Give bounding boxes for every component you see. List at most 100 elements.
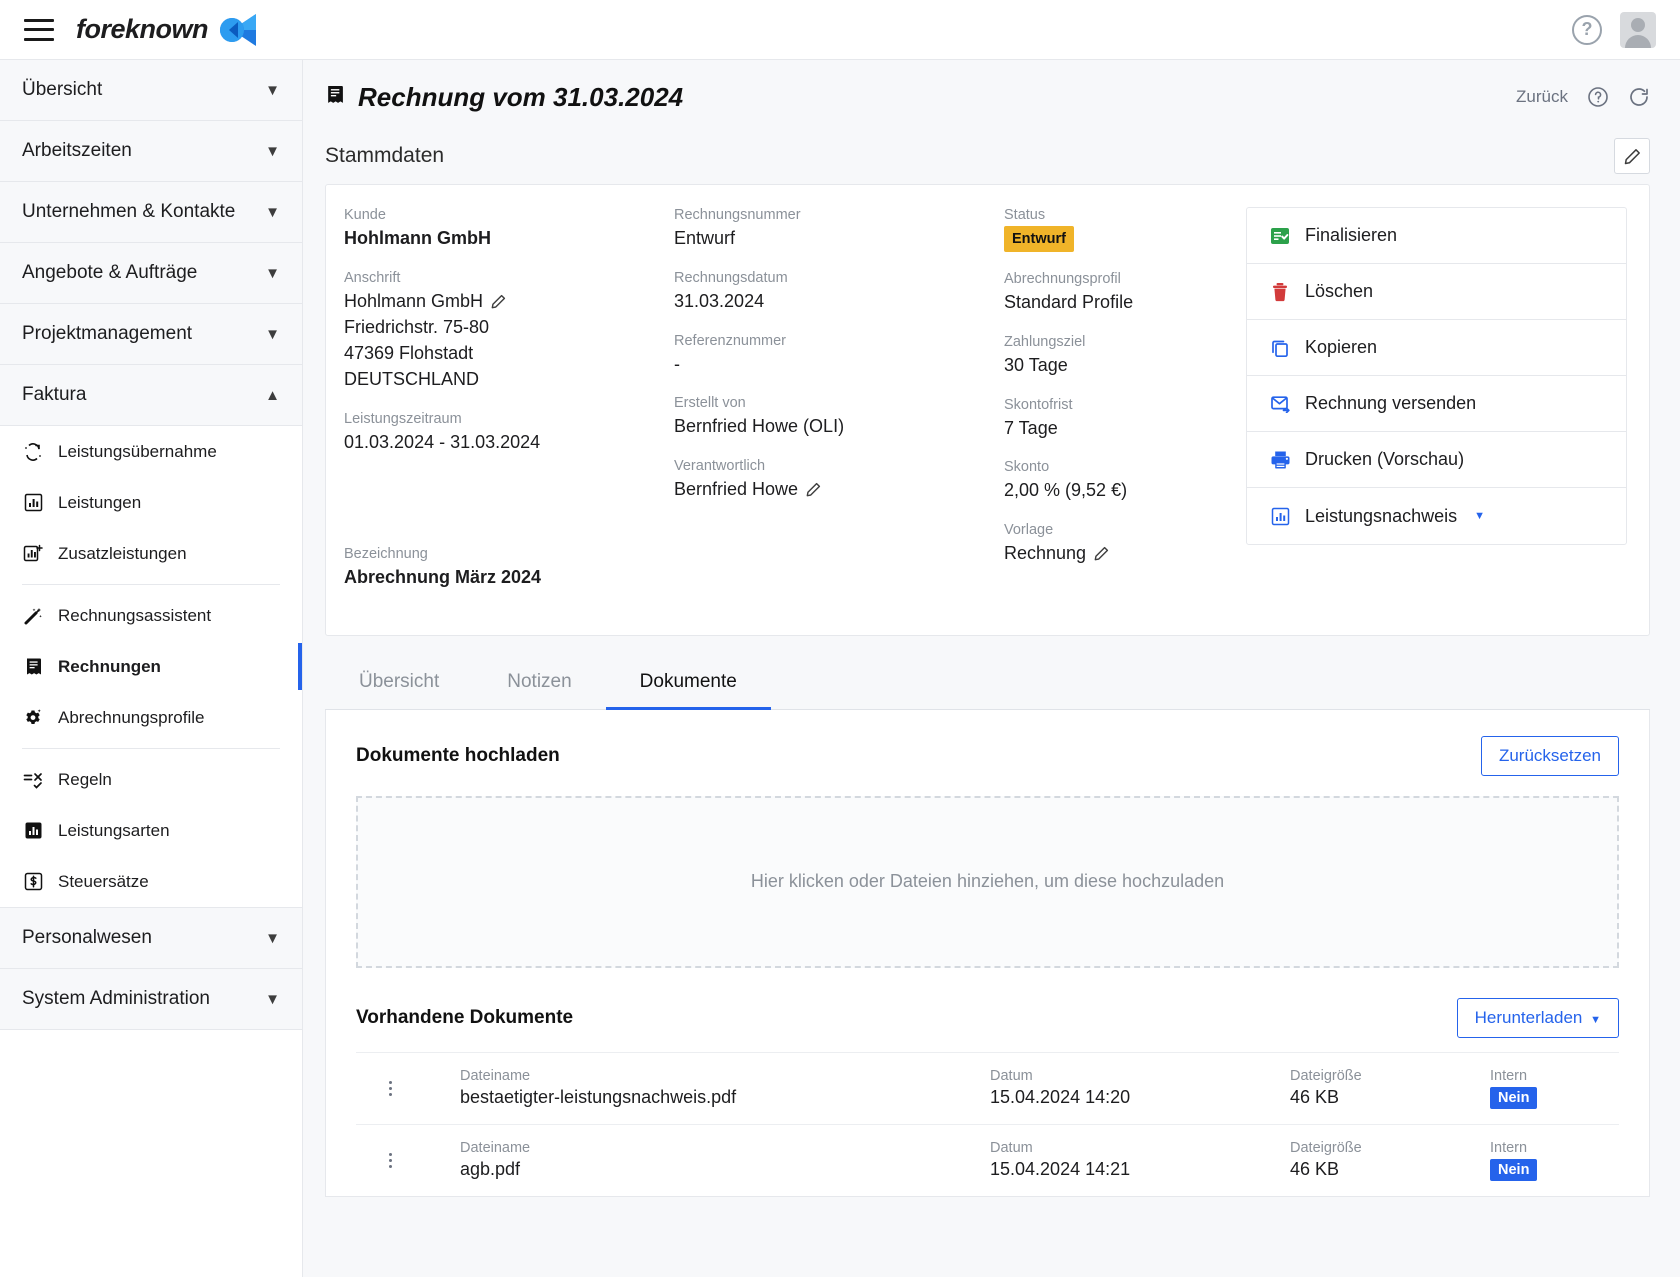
sidebar-group-arbeitszeiten[interactable]: Arbeitszeiten ▼ [0, 121, 302, 182]
cell-intern: Intern Nein [1490, 1140, 1610, 1181]
transfer-icon [22, 441, 44, 463]
sidebar-group-uebersicht[interactable]: Übersicht ▼ [0, 60, 302, 121]
page-header: Rechnung vom 31.03.2024 Zurück [303, 60, 1680, 116]
back-link[interactable]: Zurück [1516, 87, 1568, 107]
field-status: Status Entwurf [1004, 207, 1218, 252]
sidebar-item-rechnungen[interactable]: Rechnungen [0, 641, 302, 692]
field-zahlungsziel: Zahlungsziel 30 Tage [1004, 334, 1218, 378]
help-circle-icon[interactable]: ? [1572, 14, 1602, 45]
action-drucken-vorschau[interactable]: Drucken (Vorschau) [1247, 432, 1626, 488]
table-row[interactable]: Dateiname agb.pdf Datum 15.04.2024 14:21… [356, 1123, 1619, 1196]
edit-stammdaten-button[interactable] [1614, 138, 1650, 174]
sidebar-group-unternehmen-kontakte[interactable]: Unternehmen & Kontakte ▼ [0, 182, 302, 243]
sidebar-group-label: Personalwesen [22, 927, 152, 948]
trash-icon [1269, 281, 1291, 303]
action-finalisieren[interactable]: Finalisieren [1247, 208, 1626, 264]
sidebar-group-projektmanagement[interactable]: Projektmanagement ▼ [0, 304, 302, 365]
cell-intern: Intern Nein [1490, 1068, 1610, 1109]
sidebar-group-label: Angebote & Aufträge [22, 262, 198, 283]
row-menu-icon[interactable] [370, 1152, 410, 1168]
field-label: Rechnungsnummer [674, 207, 801, 223]
edit-vorlage-icon[interactable] [1094, 546, 1109, 561]
sidebar-group-angebote-auftraege[interactable]: Angebote & Aufträge ▼ [0, 243, 302, 304]
field-value-row: Rechnung [1004, 541, 1218, 566]
field-value: 7 Tage [1004, 417, 1058, 438]
action-kopieren[interactable]: Kopieren [1247, 320, 1626, 376]
sidebar: Übersicht ▼ Arbeitszeiten ▼ Unternehmen … [0, 60, 303, 1277]
sidebar-item-label: Steuersätze [58, 871, 149, 891]
chevron-down-icon: ▼ [265, 81, 280, 99]
tab-uebersicht[interactable]: Übersicht [325, 658, 473, 710]
sidebar-item-label: Abrechnungsprofile [58, 707, 205, 727]
main-content: Rechnung vom 31.03.2024 Zurück Stammdate… [303, 60, 1680, 1277]
field-value-row: Entwurf [1004, 226, 1218, 252]
file-dropzone[interactable]: Hier klicken oder Dateien hinziehen, um … [356, 795, 1619, 968]
intern-badge: Nein [1490, 1158, 1538, 1181]
sidebar-group-personalwesen[interactable]: Personalwesen ▼ [0, 908, 302, 969]
cell-dateigroesse: Dateigröße 46 KB [1290, 1140, 1490, 1180]
download-button-label: Herunterladen [1474, 1007, 1583, 1027]
field-label: Skonto [1004, 459, 1050, 476]
field-value: 31.03.2024 [674, 290, 765, 311]
column-header-datum: Datum [990, 1068, 1033, 1085]
tab-bar: Übersicht Notizen Dokumente [325, 658, 1650, 710]
sidebar-item-steuersaetze[interactable]: Steuersätze [0, 856, 302, 907]
help-circle-icon[interactable] [1587, 86, 1609, 108]
sidebar-item-leistungsuebernahme[interactable]: Leistungsübernahme [0, 426, 302, 477]
top-bar: foreknown ? [0, 0, 1680, 60]
sidebar-group-faktura[interactable]: Faktura ▲ [0, 365, 302, 426]
actions-column: Finalisieren Löschen Kopieren Rechnung v… [1236, 207, 1649, 609]
column-header-dateiname: Dateiname [460, 1068, 531, 1085]
edit-anschrift-icon[interactable] [491, 294, 506, 309]
tab-dokumente[interactable]: Dokumente [605, 658, 771, 710]
field-label: Rechnungsdatum [674, 269, 788, 286]
action-rechnung-versenden[interactable]: Rechnung versenden [1247, 376, 1626, 432]
action-loeschen[interactable]: Löschen [1247, 264, 1626, 320]
sidebar-item-leistungsarten[interactable]: Leistungsarten [0, 805, 302, 856]
field-rechnungsnummer: Rechnungsnummer Entwurf [674, 207, 968, 251]
sidebar-group-system-administration[interactable]: System Administration ▼ [0, 969, 302, 1030]
field-value-line-1: Hohlmann GmbH [344, 289, 638, 314]
edit-verantwortlich-icon[interactable] [806, 482, 821, 497]
avatar[interactable] [1620, 11, 1656, 48]
field-label: Status [1004, 207, 1046, 223]
row-menu-icon[interactable] [370, 1080, 410, 1096]
tab-notizen[interactable]: Notizen [473, 658, 605, 710]
field-rechnungsdatum: Rechnungsdatum 31.03.2024 [674, 270, 968, 314]
field-verantwortlich: Verantwortlich Bernfried Howe [674, 458, 968, 502]
sidebar-group-label: Faktura [22, 384, 87, 405]
section-title: Stammdaten [325, 144, 445, 167]
sidebar-item-rechnungsassistent[interactable]: Rechnungsassistent [0, 590, 302, 641]
intern-badge: Nein [1490, 1086, 1538, 1109]
field-value: Standard Profile [1004, 292, 1134, 312]
existing-documents-header: Vorhandene Dokumente Herunterladen ▼ [356, 997, 1619, 1038]
field-erstellt-von: Erstellt von Bernfried Howe (OLI) [674, 395, 968, 439]
page-title: Rechnung vom 31.03.2024 [325, 82, 683, 113]
action-leistungsnachweis[interactable]: Leistungsnachweis ▼ [1247, 488, 1626, 544]
brand-logo-group[interactable]: foreknown [76, 13, 258, 47]
chevron-down-icon: ▼ [265, 929, 280, 947]
field-value: Entwurf [674, 228, 736, 248]
field-label: Vorlage [1004, 522, 1054, 539]
action-label: Drucken (Vorschau) [1305, 449, 1465, 469]
reset-button[interactable]: Zurücksetzen [1480, 735, 1619, 776]
sidebar-item-leistungen[interactable]: Leistungen [0, 477, 302, 528]
sidebar-item-regeln[interactable]: Regeln [0, 754, 302, 805]
currency-icon [22, 871, 44, 893]
table-row[interactable]: Dateiname bestaetigter-leistungsnachweis… [356, 1051, 1619, 1124]
chevron-down-icon: ▼ [1474, 510, 1485, 522]
chevron-down-icon: ▼ [265, 203, 280, 221]
copy-icon [1269, 337, 1291, 359]
cell-value: 46 KB [1290, 1087, 1340, 1108]
column-header-dateigroesse: Dateigröße [1290, 1068, 1362, 1085]
download-button[interactable]: Herunterladen ▼ [1456, 997, 1619, 1038]
refresh-icon[interactable] [1628, 86, 1650, 108]
chart-bar-icon [1269, 505, 1291, 527]
sidebar-item-zusatzleistungen[interactable]: Zusatzleistungen [0, 528, 302, 579]
chevron-down-icon: ▼ [265, 325, 280, 343]
anschrift-line: 47369 Flohstadt [344, 342, 474, 363]
sidebar-item-abrechnungsprofile[interactable]: Abrechnungsprofile [0, 692, 302, 743]
field-bezeichnung: Bezeichnung Abrechnung März 2024 [344, 546, 638, 590]
app-root: foreknown ? Übersicht ▼ Arbeitszeiten ▼ … [0, 0, 1680, 1277]
hamburger-icon[interactable] [24, 18, 54, 41]
